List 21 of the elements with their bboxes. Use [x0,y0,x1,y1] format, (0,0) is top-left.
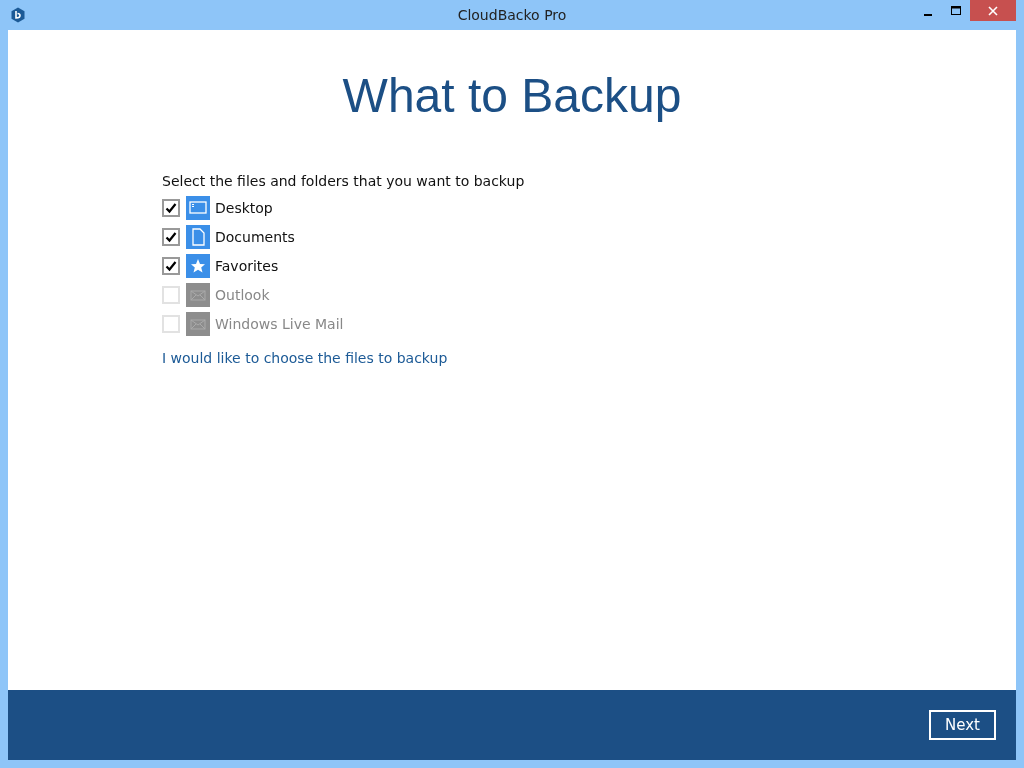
mail-icon [186,282,210,307]
checkbox[interactable] [162,256,180,275]
checkbox[interactable] [162,227,180,246]
maximize-icon [951,5,961,16]
instruction-text: Select the files and folders that you want to backup [162,173,525,189]
page-heading: What to Backup [342,68,682,123]
item-label: Favorites [215,257,279,274]
close-icon [988,5,998,16]
app-logo-icon [10,7,26,23]
item-label: Windows Live Mail [215,315,344,332]
next-button[interactable]: Next [929,710,996,740]
item-label: Documents [215,228,295,245]
item-label: Desktop [215,199,273,216]
minimize-icon [924,13,932,16]
desktop-icon [186,195,210,220]
checkbox[interactable] [162,198,180,217]
choose-files-link[interactable]: I would like to choose the files to backup [162,350,525,366]
item-label: Outlook [215,286,270,303]
window-title: CloudBacko Pro [457,7,567,23]
document-icon [186,224,210,249]
mail-icon [186,311,210,336]
